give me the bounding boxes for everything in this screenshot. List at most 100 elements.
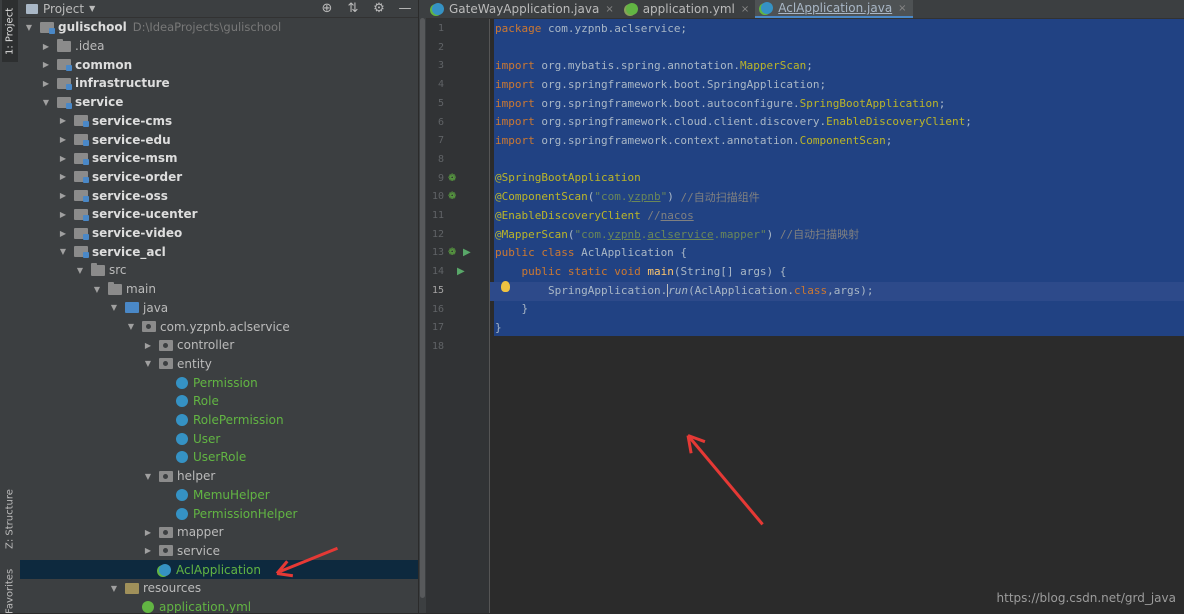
code-token: " xyxy=(660,190,668,204)
tree-node[interactable]: ▼ service_acl xyxy=(20,242,418,261)
code-line: import org.springframework.context.annot… xyxy=(495,131,892,150)
tree-node[interactable]: ▶ service-video xyxy=(20,224,418,243)
run-icon[interactable]: ▶ xyxy=(457,266,465,277)
collapse-arrow-icon[interactable]: ▶ xyxy=(58,228,68,238)
tree-node[interactable]: ▶ service-msm xyxy=(20,149,418,168)
tree-node[interactable]: ▶ service-order xyxy=(20,168,418,187)
project-icon xyxy=(26,3,38,14)
collapse-arrow-icon[interactable]: ▶ xyxy=(143,340,153,350)
collapse-arrow-icon[interactable]: ▶ xyxy=(41,41,51,51)
tree-node[interactable]: ▼ service xyxy=(20,93,418,112)
tree-node[interactable]: ▼ entity xyxy=(20,355,418,374)
expand-arrow-icon[interactable]: ▼ xyxy=(75,265,85,275)
code-line: import org.springframework.boot.SpringAp… xyxy=(495,75,826,94)
code-token: ) xyxy=(667,190,681,204)
favorites-tool-tab[interactable]: Favorites xyxy=(2,569,18,614)
collapse-arrow-icon[interactable]: ▶ xyxy=(143,527,153,537)
code-line: @SpringBootApplication xyxy=(495,169,641,188)
tree-node[interactable]: ▶AclApplication xyxy=(20,560,418,579)
collapse-arrow-icon[interactable]: ▶ xyxy=(58,153,68,163)
expand-arrow-icon[interactable]: ▼ xyxy=(24,22,34,32)
tree-node[interactable]: ▶ common xyxy=(20,55,418,74)
expand-arrow-icon[interactable]: ▼ xyxy=(92,284,102,294)
expand-arrow-icon[interactable]: ▼ xyxy=(143,471,153,481)
tree-node-label: main xyxy=(126,282,156,297)
expand-arrow-icon[interactable]: ▼ xyxy=(109,583,119,593)
run-icon[interactable]: ▶ xyxy=(463,247,471,258)
code-token: aclservice xyxy=(647,227,714,241)
java-class-icon xyxy=(176,395,188,408)
tree-node[interactable]: ▼ java xyxy=(20,299,418,318)
gear-icon[interactable]: ⚙ xyxy=(366,1,392,16)
collapse-arrow-icon[interactable]: ▶ xyxy=(41,60,51,70)
close-icon[interactable]: × xyxy=(741,4,749,15)
project-scrollbar[interactable] xyxy=(418,0,426,613)
tree-node-label: PermissionHelper xyxy=(193,506,298,521)
package-icon xyxy=(159,358,173,370)
spring-bean-icon[interactable]: ❁ xyxy=(448,247,456,258)
collapse-arrow-icon[interactable]: ▶ xyxy=(58,135,68,145)
tree-node[interactable]: ▶ service-oss xyxy=(20,186,418,205)
tree-node[interactable]: ▶ service xyxy=(20,542,418,561)
tree-node[interactable]: ▶Role xyxy=(20,392,418,411)
close-icon[interactable]: × xyxy=(605,4,613,15)
module-folder-icon xyxy=(74,152,89,165)
collapse-arrow-icon[interactable]: ▶ xyxy=(58,172,68,182)
tree-node[interactable]: ▶RolePermission xyxy=(20,411,418,430)
close-icon[interactable]: × xyxy=(898,3,906,14)
line-number: 1 xyxy=(437,23,444,34)
tree-node[interactable]: ▼ gulischool D:\IdeaProjects\gulischool xyxy=(20,18,418,37)
project-view-selector[interactable]: Project ▼ xyxy=(26,2,95,16)
spring-bean-icon[interactable]: ❁ xyxy=(448,173,456,184)
expand-arrow-icon[interactable]: ▼ xyxy=(41,97,51,107)
tree-node[interactable]: ▼ src xyxy=(20,261,418,280)
scroll-thumb[interactable] xyxy=(420,18,425,598)
tree-node[interactable]: ▶UserRole xyxy=(20,448,418,467)
collapse-arrow-icon[interactable]: ▶ xyxy=(58,116,68,126)
tree-node[interactable]: ▶ service-cms xyxy=(20,112,418,131)
minimize-icon[interactable]: — xyxy=(392,1,418,16)
code-token: SpringApplication. xyxy=(495,283,668,297)
tree-node[interactable]: ▼ resources xyxy=(20,579,418,598)
tree-node[interactable]: ▶ service-ucenter xyxy=(20,205,418,224)
collapse-icon[interactable]: ⇅ xyxy=(340,1,366,16)
spring-bean-icon[interactable]: ❁ xyxy=(448,191,456,202)
tree-node[interactable]: ▼ com.yzpnb.aclservice xyxy=(20,317,418,336)
tree-node[interactable]: ▶PermissionHelper xyxy=(20,504,418,523)
collapse-arrow-icon[interactable]: ▶ xyxy=(41,78,51,88)
tree-node[interactable]: ▶ .idea xyxy=(20,37,418,56)
watermark: https://blog.csdn.net/grd_java xyxy=(996,591,1176,605)
code-editor[interactable]: package com.yzpnb.aclservice; import org.… xyxy=(490,19,1184,613)
code-token: @EnableDiscoveryClient xyxy=(495,208,648,222)
tree-node-label: AclApplication xyxy=(176,562,261,577)
project-tool-tab[interactable]: 1: Project xyxy=(2,0,18,62)
collapse-arrow-icon[interactable]: ▶ xyxy=(58,191,68,201)
expand-arrow-icon[interactable]: ▼ xyxy=(143,359,153,369)
code-line: @MapperScan("com. yzpnb. aclservice .mapper… xyxy=(495,225,859,244)
editor-tab[interactable]: GateWayApplication.java × xyxy=(426,0,620,18)
java-class-icon xyxy=(159,563,171,576)
tree-node-label: Role xyxy=(193,394,219,409)
tree-node[interactable]: ▶User xyxy=(20,429,418,448)
collapse-arrow-icon[interactable]: ▶ xyxy=(143,546,153,556)
tree-node[interactable]: ▶application.yml xyxy=(20,598,418,613)
collapse-arrow-icon[interactable]: ▶ xyxy=(58,209,68,219)
editor-tab[interactable]: application.yml × xyxy=(620,0,756,18)
tree-node[interactable]: ▶ infrastructure xyxy=(20,74,418,93)
structure-tool-tab[interactable]: Z: Structure xyxy=(2,483,18,555)
expand-arrow-icon[interactable]: ▼ xyxy=(126,322,136,332)
tree-node[interactable]: ▼ helper xyxy=(20,467,418,486)
left-tool-strip: 1: Project Z: Structure Favorites xyxy=(0,0,21,614)
tree-node[interactable]: ▶ controller xyxy=(20,336,418,355)
expand-arrow-icon[interactable]: ▼ xyxy=(109,303,119,313)
tree-node[interactable]: ▶Permission xyxy=(20,373,418,392)
tree-node[interactable]: ▶MemuHelper xyxy=(20,486,418,505)
tree-node[interactable]: ▼ main xyxy=(20,280,418,299)
tree-node[interactable]: ▶ mapper xyxy=(20,523,418,542)
tree-node[interactable]: ▶ service-edu xyxy=(20,130,418,149)
globe-icon[interactable]: ⊕ xyxy=(314,1,340,16)
expand-arrow-icon[interactable]: ▼ xyxy=(58,247,68,257)
java-class-icon xyxy=(176,451,188,464)
package-icon xyxy=(159,470,173,482)
editor-tab[interactable]: AclApplication.java × xyxy=(755,0,913,18)
